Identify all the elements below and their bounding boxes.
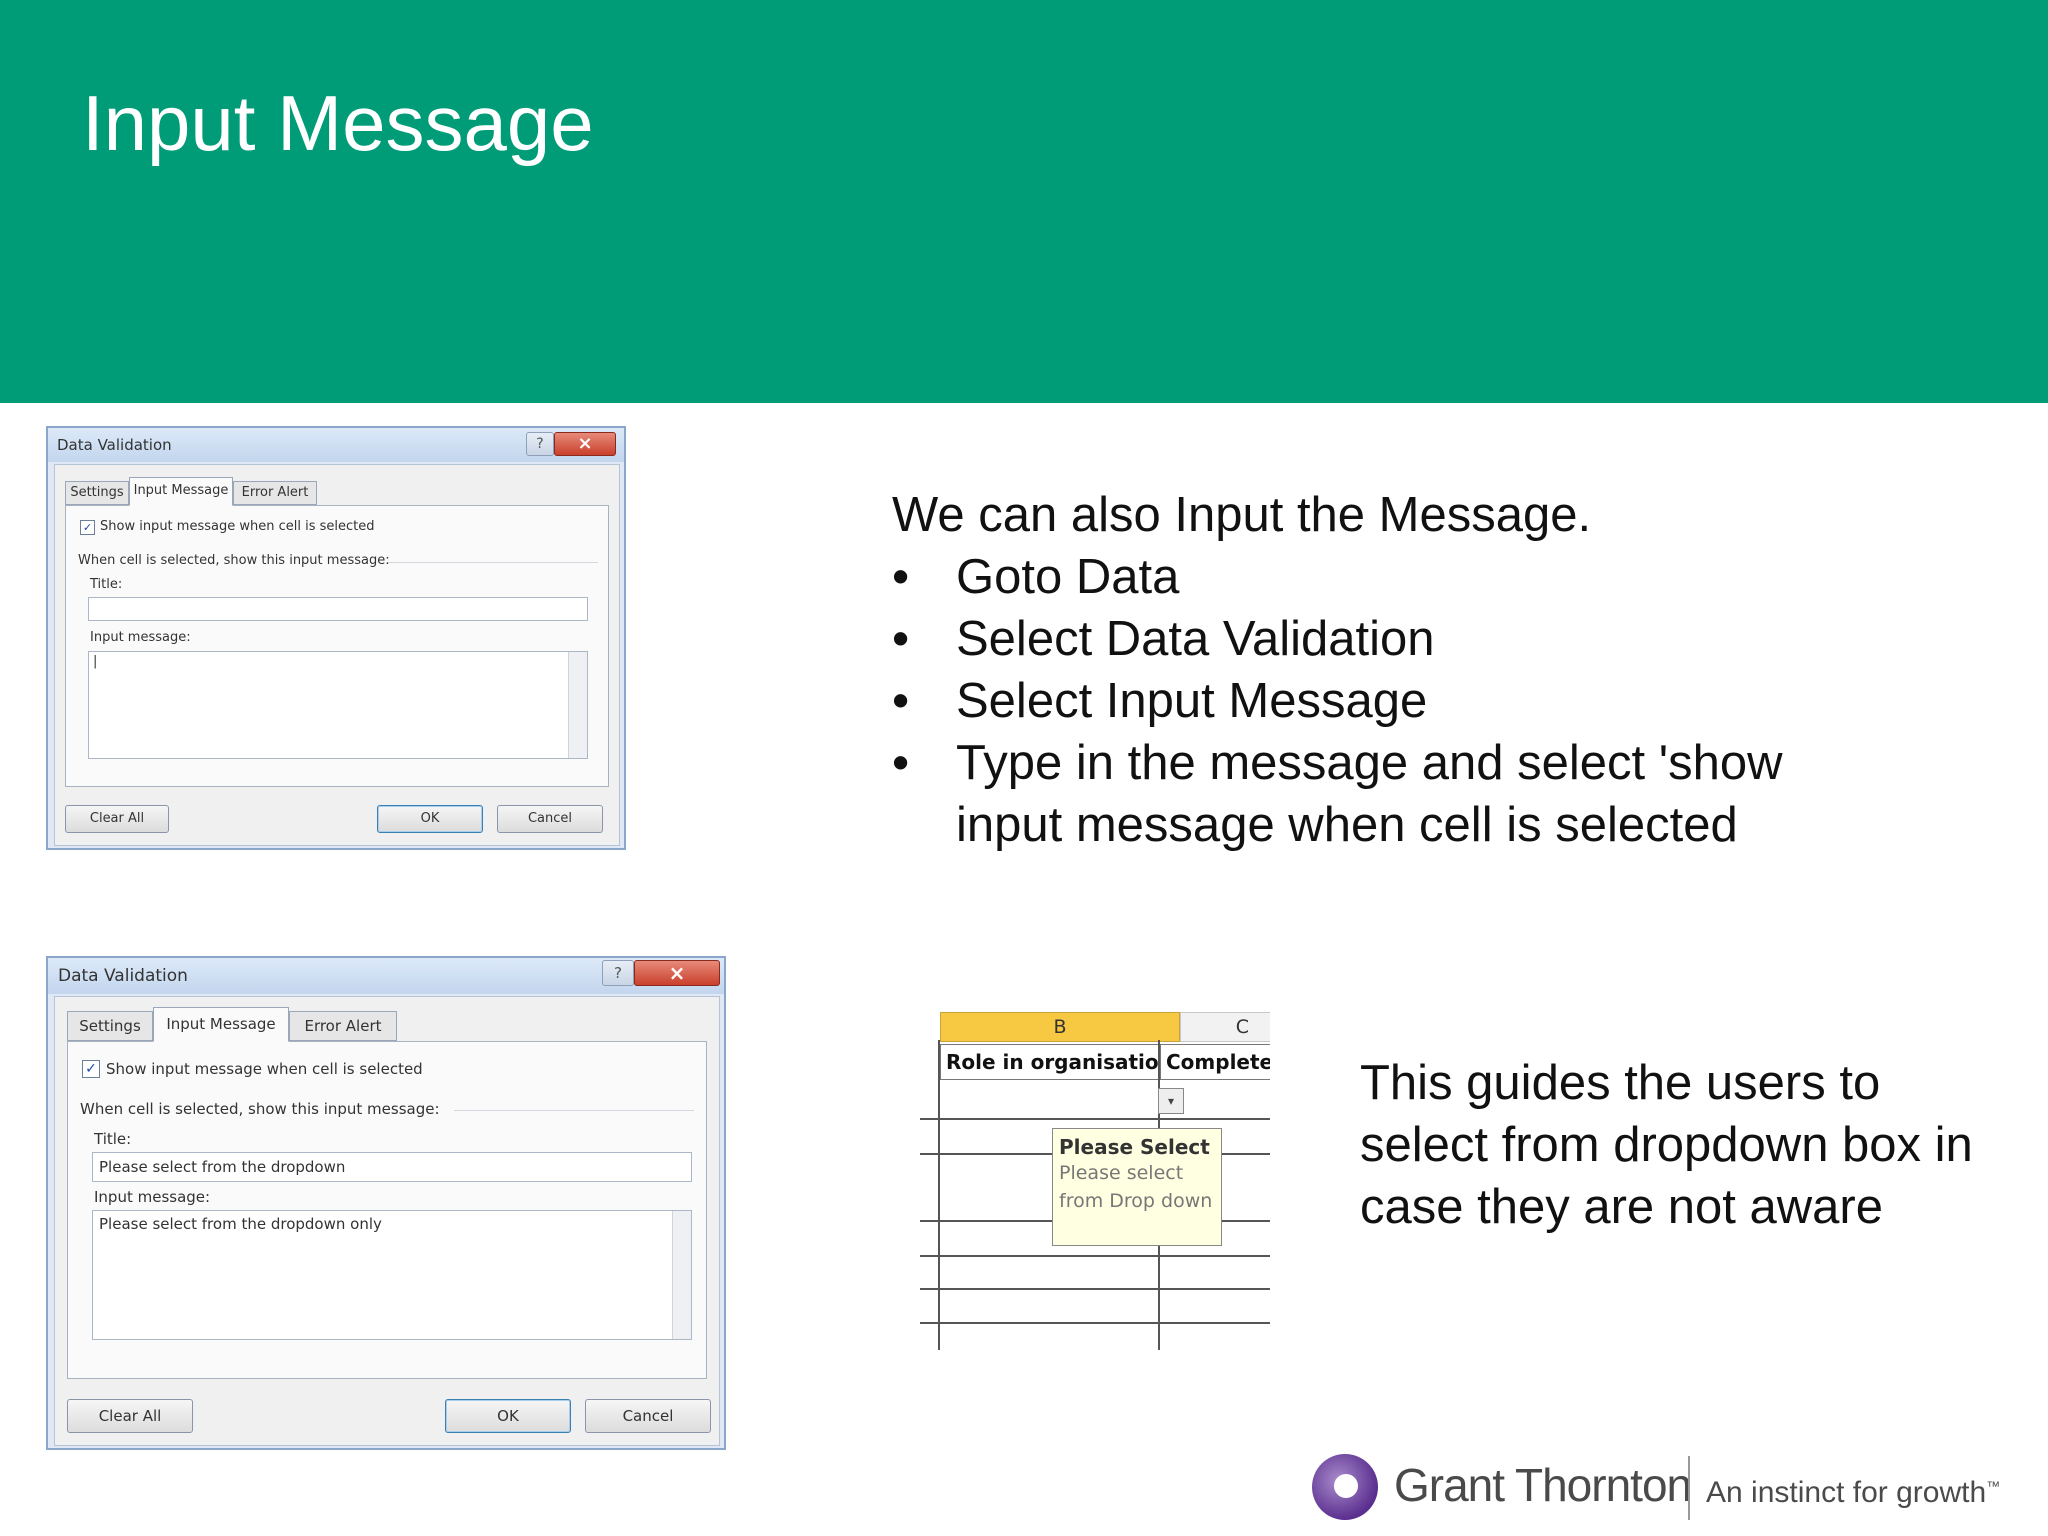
tab-error-alert[interactable]: Error Alert [289,1011,397,1041]
message-label: Input message: [90,630,191,645]
input-message-tooltip: Please Select Please select from Drop do… [1052,1128,1222,1246]
logo-tagline-text: An instinct for growth [1706,1476,1987,1509]
bullet-text: Select Input Message [956,674,1428,728]
show-message-checkbox[interactable]: ✓ [80,520,95,535]
ok-button[interactable]: OK [377,805,483,833]
grid-line [920,1118,1270,1120]
title-label: Title: [94,1130,132,1148]
side-note: This guides the users to select from dro… [1360,1056,1973,1234]
logo-mark-icon [1312,1454,1378,1520]
bullet-text: Type in the message and select 'show inp… [956,736,1783,852]
clear-all-button[interactable]: Clear All [67,1399,193,1433]
excel-dropdown-preview: B C Role in organisation Complete ▾ Plea… [920,1010,1270,1350]
dialog-body: Settings Input Message Error Alert ✓ Sho… [54,996,720,1446]
tab-panel: ✓ Show input message when cell is select… [67,1041,707,1379]
dialog-titlebar: Data Validation ? × [48,958,724,994]
section-divider [388,562,598,563]
tab-settings[interactable]: Settings [67,1011,153,1041]
header-cell-complete: Complete [1160,1044,1270,1080]
grid-line [920,1322,1270,1324]
grid-line [920,1288,1270,1290]
dialog-title: Data Validation [57,436,172,454]
close-button[interactable]: × [554,432,616,456]
title-input[interactable] [88,597,588,621]
message-scrollbar[interactable] [672,1211,691,1339]
help-button[interactable]: ? [602,960,634,986]
column-header-c: C [1180,1012,1270,1042]
dialog-title: Data Validation [58,966,188,986]
show-message-label: Show input message when cell is selected [106,1060,423,1078]
bullet-icon: • [892,674,910,728]
tooltip-title: Please Select [1059,1135,1210,1159]
list-item: • Type in the message and select 'show in… [892,732,1796,856]
data-validation-dialog-empty: Data Validation ? × Settings Input Messa… [46,426,626,850]
cancel-button[interactable]: Cancel [497,805,603,833]
bullet-icon: • [892,550,910,604]
message-textarea[interactable]: | [88,651,588,759]
list-item: • Select Input Message [892,670,1796,732]
instructions-intro: We can also Input the Message. [892,488,1592,542]
grid-line [920,1255,1270,1257]
title-input[interactable]: Please select from the dropdown [92,1152,692,1182]
logo-divider [1688,1456,1690,1520]
tab-panel: ✓ Show input message when cell is select… [65,505,609,787]
bullet-text: Select Data Validation [956,612,1435,666]
tab-input-message[interactable]: Input Message [153,1007,289,1042]
tooltip-line: Please select [1059,1162,1184,1184]
section-label: When cell is selected, show this input m… [80,1100,440,1118]
grid-line [938,1040,940,1350]
message-scrollbar[interactable] [568,652,587,758]
logo-tagline: An instinct for growth™ [1706,1476,2000,1510]
dialog-titlebar: Data Validation ? × [48,428,624,462]
dialog-body: Settings Input Message Error Alert ✓ Sho… [54,464,620,846]
help-button[interactable]: ? [526,432,554,456]
header-cell-role: Role in organisation [940,1044,1180,1080]
clear-all-button[interactable]: Clear All [65,805,169,833]
list-item: • Select Data Validation [892,608,1796,670]
cancel-button[interactable]: Cancel [585,1399,711,1433]
grant-thornton-logo: Grant Thornton An instinct for growth™ [1310,1448,2010,1528]
tooltip-line: from Drop down [1059,1190,1213,1212]
instructions-text: We can also Input the Message. • Goto Dat… [892,484,1796,856]
tab-input-message[interactable]: Input Message [129,477,233,506]
column-header-b: B [940,1012,1180,1042]
list-item: • Goto Data [892,546,1796,608]
show-message-checkbox[interactable]: ✓ [82,1060,100,1078]
section-divider [454,1110,694,1111]
close-button[interactable]: × [634,960,720,986]
ok-button[interactable]: OK [445,1399,571,1433]
tab-settings[interactable]: Settings [65,481,129,505]
dropdown-arrow-button[interactable]: ▾ [1158,1088,1184,1114]
message-textarea[interactable]: Please select from the dropdown only [92,1210,692,1340]
bullet-text: Goto Data [956,550,1180,604]
show-message-label: Show input message when cell is selected [100,519,375,534]
title-label: Title: [90,577,123,592]
bullet-icon: • [892,612,910,666]
instructions-list: • Goto Data • Select Data Validation • Sele… [892,546,1796,856]
bullet-icon: • [892,736,910,790]
slide-title: Input Message [82,79,594,167]
section-label: When cell is selected, show this input m… [78,553,390,568]
trademark-mark: ™ [1986,1478,2001,1494]
message-label: Input message: [94,1188,211,1206]
title-banner: Input Message [0,0,2048,403]
data-validation-dialog-filled: Data Validation ? × Settings Input Messa… [46,956,726,1450]
logo-name: Grant Thornton [1394,1459,1692,1511]
tab-error-alert[interactable]: Error Alert [233,481,317,505]
